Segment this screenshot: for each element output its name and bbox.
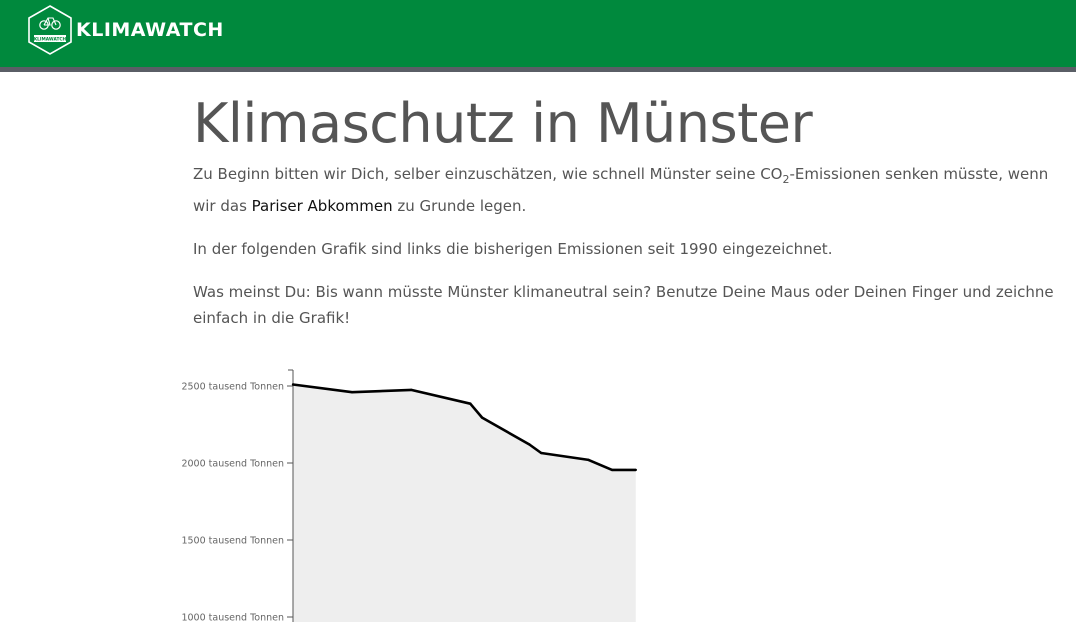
brand-name: KLIMAWATCH — [76, 19, 224, 41]
data-point-2015 — [587, 458, 590, 462]
page-title: Klimaschutz in Münster — [193, 92, 813, 155]
data-point-2019 — [634, 468, 637, 472]
bicycle-icon: KLIMAWATCH — [28, 5, 72, 55]
chart-description-paragraph: In der folgenden Grafik sind links die b… — [193, 240, 833, 258]
emissions-area-fill — [293, 384, 636, 622]
intro-text-part-1: Zu Beginn bitten wir Dich, selber einzus… — [193, 165, 783, 183]
intro-paragraph: Zu Beginn bitten wir Dich, selber einzus… — [193, 161, 1063, 220]
data-point-1990 — [291, 383, 295, 386]
data-point-2010 — [528, 443, 531, 446]
emissions-chart[interactable]: 2500 tausend Tonnen 2000 tausend Tonnen 15… — [0, 360, 1076, 622]
y-tick-label: 2000 tausend Tonnen — [181, 459, 284, 470]
y-tick-label: 1500 tausend Tonnen — [181, 536, 284, 547]
paris-agreement-link[interactable]: Pariser Abkommen — [252, 197, 393, 215]
y-tick-label: 2500 tausend Tonnen — [181, 382, 284, 393]
co2-subscript: 2 — [782, 173, 790, 186]
instruction-paragraph: Was meinst Du: Bis wann müsste Münster k… — [193, 283, 1054, 327]
data-point-2005 — [469, 402, 472, 405]
intro-text-part-3: zu Grunde legen. — [392, 197, 527, 215]
y-tick-label: 1000 tausend Tonnen — [181, 613, 284, 622]
main-content: Klimaschutz in Münster Zu Beginn bitten … — [193, 86, 1063, 331]
data-point-2011 — [540, 451, 543, 455]
emissions-chart-svg[interactable]: 2500 tausend Tonnen 2000 tausend Tonnen 15… — [0, 360, 1076, 622]
data-point-2000 — [410, 388, 413, 392]
data-point-2017 — [610, 468, 614, 472]
top-navbar: KLIMAWATCH KLIMAWATCH — [0, 0, 1076, 67]
data-point-1995 — [350, 391, 354, 394]
logo-badge-text: KLIMAWATCH — [34, 37, 67, 43]
logo-home-link[interactable]: KLIMAWATCH KLIMAWATCH — [26, 4, 224, 56]
data-point-2006 — [480, 416, 484, 419]
navbar-divider — [0, 67, 1076, 72]
